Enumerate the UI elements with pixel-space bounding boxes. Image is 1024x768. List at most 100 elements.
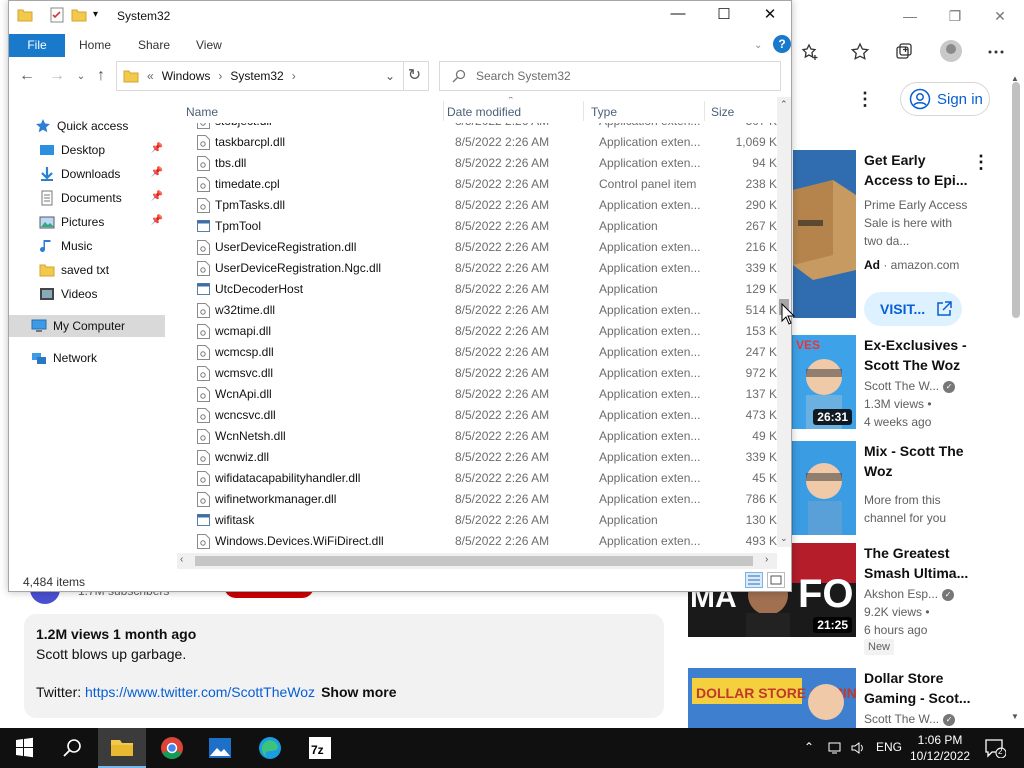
file-row[interactable]: Windows.Devices.WiFiDirect.dll 8/5/2022 2… xyxy=(177,531,785,552)
file-row[interactable]: TpmTool 8/5/2022 2:26 AM Application 267 KB xyxy=(177,216,785,237)
file-row[interactable]: wifinetworkmanager.dll 8/5/2022 2:26 AM Ap… xyxy=(177,489,785,510)
sign-in-button[interactable]: Sign in xyxy=(900,82,990,116)
channel-name[interactable]: Scott The W... ✓ xyxy=(864,712,956,726)
column-date[interactable]: Date modified xyxy=(447,105,521,119)
show-hidden-icons-icon[interactable]: ⌃ xyxy=(804,740,814,754)
tab-home[interactable]: Home xyxy=(79,34,111,57)
file-row[interactable]: TpmTasks.dll 8/5/2022 2:26 AM Application … xyxy=(177,195,785,216)
properties-icon[interactable] xyxy=(49,7,65,23)
browser-scroll-thumb[interactable] xyxy=(1012,82,1020,318)
channel-name[interactable]: Scott The W... ✓ xyxy=(864,379,956,393)
browser-restore-button[interactable]: ❐ xyxy=(945,8,965,26)
mix-title[interactable]: Mix - Scott The Woz xyxy=(864,441,976,481)
collections-icon[interactable] xyxy=(894,42,914,62)
address-dropdown-icon[interactable]: ⌄ xyxy=(385,69,395,83)
file-name[interactable]: UtcDecoderHost xyxy=(215,279,303,300)
file-row[interactable]: wifidatacapabilityhandler.dll 8/5/2022 2:… xyxy=(177,468,785,489)
file-name[interactable]: taskbarcpl.dll xyxy=(215,132,285,153)
scroll-left-icon[interactable]: ‹ xyxy=(180,554,183,565)
clock[interactable]: 1:06 PM 10/12/2022 xyxy=(910,732,970,764)
maximize-button[interactable]: ☐ xyxy=(701,5,747,27)
file-name[interactable]: wcnwiz.dll xyxy=(215,447,269,468)
file-row[interactable]: wcncsvc.dll 8/5/2022 2:26 AM Application e… xyxy=(177,405,785,426)
file-name[interactable]: wcmcsp.dll xyxy=(215,342,274,363)
file-name[interactable]: UserDeviceRegistration.dll xyxy=(215,237,356,258)
video-description[interactable]: 1.2M views 1 month ago Scott blows up ga… xyxy=(24,614,664,718)
video-title[interactable]: The Greatest Smash Ultima... xyxy=(864,543,976,583)
expand-ribbon-icon[interactable]: ⌄ xyxy=(754,34,762,57)
nav-pictures[interactable]: Pictures 📌 xyxy=(39,211,165,233)
large-icons-view-icon[interactable] xyxy=(767,572,785,588)
file-row[interactable]: wcmcsp.dll 8/5/2022 2:26 AM Application ex… xyxy=(177,342,785,363)
nav-network[interactable]: Network xyxy=(31,347,187,369)
channel-name[interactable]: Akshon Esp... ✓ xyxy=(864,587,955,601)
browser-minimize-button[interactable]: — xyxy=(900,8,920,26)
nav-documents[interactable]: Documents 📌 xyxy=(39,187,165,209)
volume-icon[interactable] xyxy=(850,740,866,756)
column-divider[interactable] xyxy=(443,101,444,121)
photos-icon[interactable] xyxy=(196,728,244,768)
refresh-icon[interactable]: ↻ xyxy=(401,61,429,91)
file-name[interactable]: wifinetworkmanager.dll xyxy=(215,489,336,510)
more-menu-icon[interactable] xyxy=(986,42,1006,62)
file-name[interactable]: wcncsvc.dll xyxy=(215,405,276,426)
ad-menu-icon[interactable]: ⋮ xyxy=(972,152,990,173)
twitter-link[interactable]: https://www.twitter.com/ScottTheWoz xyxy=(85,684,315,700)
file-row[interactable]: w32time.dll 8/5/2022 2:26 AM Application e… xyxy=(177,300,785,321)
breadcrumb-separator[interactable]: › xyxy=(218,69,222,83)
close-button[interactable]: ✕ xyxy=(747,5,793,27)
browser-scrollbar[interactable]: ▲ ▼ xyxy=(1008,72,1024,728)
chrome-icon[interactable] xyxy=(148,728,196,768)
address-bar[interactable]: « Windows › System32 › ⌄ xyxy=(116,61,404,91)
file-name[interactable]: WcnApi.dll xyxy=(215,384,272,405)
file-row[interactable]: wcnwiz.dll 8/5/2022 2:26 AM Application ex… xyxy=(177,447,785,468)
breadcrumb-windows[interactable]: Windows xyxy=(162,69,211,83)
scroll-right-icon[interactable]: › xyxy=(765,554,768,565)
minimize-button[interactable]: — xyxy=(655,5,701,27)
breadcrumb-system32[interactable]: System32 xyxy=(230,69,283,83)
up-arrow-icon[interactable]: ↑ xyxy=(91,67,111,87)
file-name[interactable]: UserDeviceRegistration.Ngc.dll xyxy=(215,258,381,279)
back-arrow-icon[interactable]: ← xyxy=(17,67,37,87)
address-overflow[interactable]: « xyxy=(147,69,154,83)
file-name[interactable]: TpmTool xyxy=(215,216,261,237)
video-title[interactable]: Ex-Exclusives - Scott The Woz xyxy=(864,335,976,375)
favorites-icon[interactable] xyxy=(850,42,870,62)
tab-view[interactable]: View xyxy=(196,34,222,57)
file-name[interactable]: wcmapi.dll xyxy=(215,321,271,342)
file-row[interactable]: UserDeviceRegistration.dll 8/5/2022 2:26 … xyxy=(177,237,785,258)
scroll-down-icon[interactable]: ▼ xyxy=(1011,712,1019,721)
file-row[interactable]: taskbarcpl.dll 8/5/2022 2:26 AM Applicatio… xyxy=(177,132,785,153)
file-explorer-taskbar-icon[interactable] xyxy=(98,728,146,768)
forward-arrow-icon[interactable]: → xyxy=(47,67,67,87)
tab-share[interactable]: Share xyxy=(138,34,170,57)
file-row[interactable]: UtcDecoderHost 8/5/2022 2:26 AM Applicatio… xyxy=(177,279,785,300)
file-name[interactable]: wifitask xyxy=(215,510,254,531)
file-row[interactable]: tbs.dll 8/5/2022 2:26 AM Application exten… xyxy=(177,153,785,174)
horizontal-scrollbar[interactable]: ‹ › xyxy=(177,553,777,569)
show-more-button[interactable]: Show more xyxy=(321,684,396,700)
search-input[interactable]: Search System32 xyxy=(439,61,781,91)
column-divider[interactable] xyxy=(583,101,584,121)
horizontal-scroll-thumb[interactable] xyxy=(195,556,753,566)
start-button[interactable] xyxy=(0,728,48,768)
details-view-icon[interactable] xyxy=(745,572,763,588)
file-row[interactable]: WcnApi.dll 8/5/2022 2:26 AM Application ex… xyxy=(177,384,785,405)
column-divider[interactable] xyxy=(704,101,705,121)
recent-locations-icon[interactable]: ⌄ xyxy=(71,71,91,91)
file-row[interactable]: wcmsvc.dll 8/5/2022 2:26 AM Application ex… xyxy=(177,363,785,384)
file-row[interactable]: UserDeviceRegistration.Ngc.dll 8/5/2022 2… xyxy=(177,258,785,279)
nav-desktop[interactable]: Desktop 📌 xyxy=(39,139,165,161)
nav-videos[interactable]: Videos xyxy=(39,283,165,305)
file-row[interactable]: wcmapi.dll 8/5/2022 2:26 AM Application ex… xyxy=(177,321,785,342)
ad-title[interactable]: Get Early Access to Epi... xyxy=(864,150,974,190)
video-title[interactable]: Dollar Store Gaming - Scot... xyxy=(864,668,976,708)
file-name[interactable]: w32time.dll xyxy=(215,300,275,321)
file-name[interactable]: TpmTasks.dll xyxy=(215,195,285,216)
file-row[interactable]: wifitask 8/5/2022 2:26 AM Application 130 K… xyxy=(177,510,785,531)
column-name[interactable]: Name xyxy=(186,105,218,119)
tab-file[interactable]: File xyxy=(9,34,65,57)
network-status-icon[interactable] xyxy=(828,740,844,756)
qat-dropdown-icon[interactable]: ▾ xyxy=(93,9,109,25)
settings-kebab-icon[interactable]: ⋮ xyxy=(856,88,874,110)
